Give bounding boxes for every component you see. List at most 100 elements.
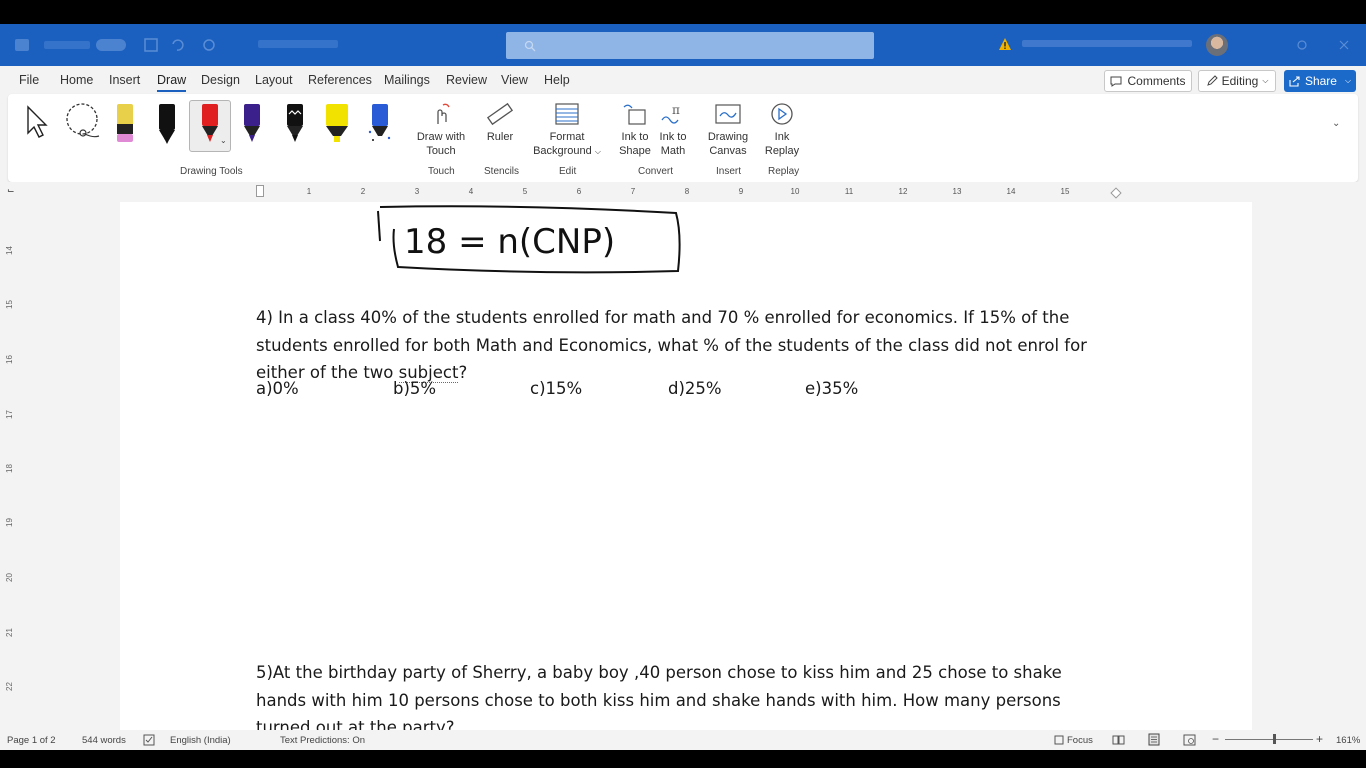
group-drawing-tools: Drawing Tools [180, 166, 243, 177]
ink-to-shape-icon [623, 104, 646, 125]
tab-insert[interactable]: Insert [109, 73, 140, 87]
question-4: 4) In a class 40% of the students enroll… [256, 304, 1136, 387]
ruler-number: 7 [630, 187, 636, 196]
tab-mailings[interactable]: Mailings [384, 73, 430, 87]
proofing-icon[interactable] [143, 734, 155, 746]
autosave-label [44, 41, 90, 49]
word-logo-icon [15, 39, 29, 51]
tab-review[interactable]: Review [446, 73, 487, 87]
ruler-button[interactable]: Ruler [482, 102, 518, 144]
zoom-level[interactable]: 161% [1336, 735, 1360, 746]
account-name[interactable] [1022, 39, 1192, 50]
tab-help[interactable]: Help [544, 73, 570, 87]
drawing-canvas-label-2: Canvas [709, 145, 747, 157]
web-layout-icon[interactable] [1183, 734, 1196, 746]
page-count[interactable]: Page 1 of 2 [7, 735, 56, 746]
group-replay: Replay [768, 166, 800, 177]
ruler-number: 15 [4, 300, 14, 309]
ruler-number: 19 [4, 518, 14, 527]
ink-to-shape-button[interactable]: Ink to Shape [616, 102, 654, 158]
option-e: e)35% [805, 379, 859, 398]
ruler-number: 14 [4, 246, 14, 255]
handwritten-equation: 18 = n(CNP) [404, 222, 615, 262]
zoom-out-icon[interactable]: − [1212, 732, 1219, 746]
group-touch: Touch [428, 166, 455, 177]
select-cursor-icon[interactable] [24, 104, 52, 140]
autosave-toggle[interactable] [96, 39, 126, 51]
editing-mode-button[interactable]: Editing ⌵ [1198, 70, 1276, 92]
editing-label: Editing [1221, 74, 1259, 88]
language[interactable]: English (India) [170, 735, 231, 746]
touch-hand-icon [437, 103, 450, 124]
pencil-tool-icon[interactable] [110, 102, 140, 146]
format-background-button[interactable]: Format Background ⌵ [532, 102, 602, 159]
tab-layout[interactable]: Layout [255, 73, 293, 87]
ruler-number: 22 [4, 682, 14, 691]
tab-draw[interactable]: Draw [157, 73, 187, 92]
print-layout-icon[interactable] [1148, 733, 1160, 746]
blue-glitter-pen-icon[interactable] [365, 102, 395, 146]
zoom-in-icon[interactable]: + [1316, 732, 1323, 746]
collapse-ribbon-chevron-icon[interactable]: ⌄ [1332, 118, 1340, 129]
tab-file[interactable]: File [19, 73, 39, 87]
ruler-number: 2 [360, 187, 366, 196]
yellow-highlighter-icon[interactable] [322, 102, 352, 146]
draw-with-touch-button[interactable]: Draw with Touch [412, 102, 470, 158]
black-galaxy-pen-icon[interactable] [280, 102, 310, 146]
pen-options-chevron-icon[interactable]: ⌄ [220, 136, 227, 145]
ink-to-math-icon: π [661, 103, 680, 124]
focus-label[interactable]: Focus [1067, 735, 1093, 746]
tab-references[interactable]: References [308, 73, 372, 87]
close-icon[interactable] [1338, 38, 1350, 52]
ruler-number: 15 [1060, 187, 1070, 196]
title-bar [0, 24, 1366, 66]
group-edit: Edit [559, 166, 577, 177]
drawing-canvas-label-1: Drawing [707, 131, 749, 143]
ruler-icon [486, 102, 514, 126]
ruler-track: 1 2 3 4 5 6 7 8 9 10 11 12 13 14 15 [120, 185, 1252, 199]
q4-line-1: 4) In a class 40% of the students enroll… [256, 308, 1070, 327]
word-count[interactable]: 544 words [82, 735, 126, 746]
option-c: c)15% [530, 379, 583, 398]
ink-to-math-button[interactable]: π Ink to Math [656, 102, 690, 158]
format-background-icon [555, 103, 579, 125]
group-insert: Insert [716, 166, 742, 177]
drawing-canvas-button[interactable]: Drawing Canvas [704, 102, 752, 158]
tab-stop-icon[interactable]: ⌙ [7, 185, 15, 196]
zoom-slider[interactable] [1225, 739, 1313, 740]
focus-icon[interactable] [1053, 734, 1065, 746]
document-page[interactable]: 18 = n(CNP) 4) In a class 40% of the stu… [120, 202, 1252, 732]
option-b: b)5% [393, 379, 437, 398]
avatar[interactable] [1206, 34, 1228, 56]
black-pen-icon[interactable] [152, 102, 182, 146]
read-mode-icon[interactable] [1112, 734, 1125, 746]
search-box[interactable] [506, 32, 874, 59]
ruler-number: 13 [952, 187, 962, 196]
undo-icon[interactable] [170, 38, 184, 52]
tab-home[interactable]: Home [60, 73, 93, 87]
document-title [258, 40, 338, 48]
tab-design[interactable]: Design [201, 73, 240, 87]
text-predictions[interactable]: Text Predictions: On [280, 735, 365, 746]
redo-icon[interactable] [202, 38, 216, 52]
minimize-icon[interactable] [1296, 38, 1308, 52]
warning-icon[interactable] [998, 37, 1012, 51]
chevron-down-icon[interactable]: ⌵ [1345, 76, 1351, 86]
ruler-number: 18 [4, 464, 14, 473]
q4-line-2: students enrolled for both Math and Econ… [256, 335, 1087, 355]
ink-replay-button[interactable]: Ink Replay [760, 102, 804, 158]
handwritten-ink-annotation[interactable]: 18 = n(CNP) [370, 205, 690, 275]
lasso-select-icon[interactable] [63, 102, 103, 142]
zoom-slider-thumb[interactable] [1273, 734, 1276, 744]
tab-view[interactable]: View [501, 73, 528, 87]
ruler-label: Ruler [486, 131, 514, 143]
right-indent-marker[interactable] [1110, 187, 1122, 199]
share-button[interactable]: Share ⌵ [1284, 70, 1356, 92]
status-bar: Page 1 of 2 544 words English (India) Te… [0, 730, 1366, 750]
indent-marker[interactable] [256, 185, 264, 197]
share-label: Share [1304, 74, 1337, 88]
purple-pen-icon[interactable] [237, 102, 267, 146]
comments-button[interactable]: Comments [1104, 70, 1192, 92]
ruler-number: 11 [844, 187, 854, 196]
save-icon[interactable] [144, 38, 158, 52]
